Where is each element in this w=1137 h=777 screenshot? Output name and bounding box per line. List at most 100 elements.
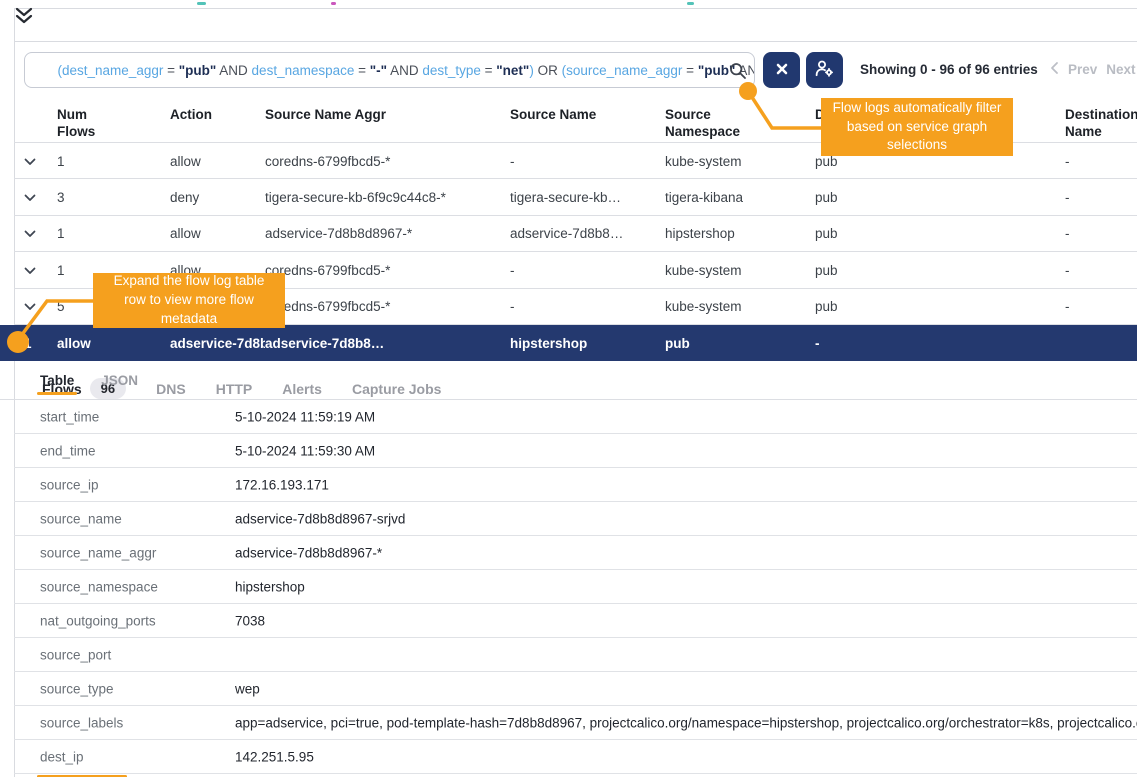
column-header: Source Namespace bbox=[665, 106, 815, 140]
detail-row: source_type wep bbox=[0, 672, 1137, 706]
flow-log-row[interactable]: 1 allow adservice-7d8b8d8967-* adservice… bbox=[0, 216, 1137, 252]
results-count-text: Showing 0 - 96 of 96 entries bbox=[860, 62, 1038, 77]
detail-value: adservice-7d8b8d8967-* bbox=[235, 546, 1137, 561]
flow-logs-panel: Flows 96 DNS HTTP Alerts Capture Jobs (d… bbox=[0, 0, 1137, 777]
cell-dest-name-aggr: pub bbox=[815, 226, 1065, 241]
detail-key: source_labels bbox=[40, 716, 123, 731]
row-expand-control[interactable] bbox=[24, 190, 57, 205]
detail-key: source_name bbox=[40, 512, 122, 527]
detail-value: 142.251.5.95 bbox=[235, 750, 1137, 765]
cell-source-name: tigera-secure-kb… bbox=[510, 190, 665, 205]
chevron-down-icon bbox=[24, 263, 36, 278]
detail-value: 172.16.193.171 bbox=[235, 478, 1137, 493]
detail-value: adservice-7d8b8d8967-srjvd bbox=[235, 512, 1137, 527]
cell-action: allow bbox=[170, 226, 265, 241]
clipped-content-remnant bbox=[687, 2, 694, 5]
detail-view-tabs: Table JSON bbox=[0, 361, 1137, 399]
query-token: dest_namespace bbox=[252, 63, 355, 78]
cell-source-namespace: kube-system bbox=[665, 154, 815, 169]
collapse-panel-button[interactable] bbox=[12, 7, 36, 27]
cell-source-namespace: hipstershop bbox=[665, 226, 815, 241]
row-expand-control[interactable] bbox=[24, 263, 57, 278]
flow-filter-query-input[interactable]: (dest_name_aggr = "pub" AND dest_namespa… bbox=[24, 52, 755, 88]
detail-view-tab[interactable]: Table bbox=[40, 361, 74, 399]
detail-row: source_name_aggr adservice-7d8b8d8967-* bbox=[0, 536, 1137, 570]
cell-num-flows: 3 bbox=[57, 190, 170, 205]
cell-source-name: - bbox=[510, 154, 665, 169]
double-chevron-down-icon bbox=[14, 7, 34, 28]
cell-num-flows: 1 bbox=[24, 336, 57, 351]
detail-key: source_ip bbox=[40, 478, 99, 493]
detail-value: 7038 bbox=[235, 614, 1137, 629]
chevron-down-icon bbox=[24, 190, 36, 205]
query-token: AND bbox=[216, 63, 251, 78]
query-token: OR bbox=[538, 63, 562, 78]
cell-source-name-aggr: coredns-6799fbcd5-* bbox=[265, 299, 510, 314]
flow-detail-table: start_time 5-10-2024 11:59:19 AM end_tim… bbox=[0, 399, 1137, 774]
cell-destination-name: - bbox=[1065, 226, 1137, 241]
detail-key: source_name_aggr bbox=[40, 546, 156, 561]
query-token: AND bbox=[387, 63, 422, 78]
cell-source-name-aggr: coredns-6799fbcd5-* bbox=[265, 263, 510, 278]
cell-source-namespace: tigera-kibana bbox=[665, 190, 815, 205]
clear-filter-button[interactable] bbox=[763, 52, 800, 88]
query-token: = bbox=[481, 63, 496, 78]
chevron-down-icon bbox=[24, 226, 36, 241]
close-icon bbox=[774, 61, 790, 80]
cell-action: deny bbox=[170, 190, 265, 205]
flow-log-row[interactable]: 3 deny tigera-secure-kb-6f9c9c44c8-* tig… bbox=[0, 179, 1137, 215]
query-token: (source_name_aggr bbox=[562, 63, 683, 78]
flow-log-row[interactable]: 1 allow adservice-7d8b8d8967-* adservice… bbox=[0, 325, 1137, 361]
cell-source-name-aggr: tigera-secure-kb-6f9c9c44c8-* bbox=[265, 190, 510, 205]
query-token: "-" bbox=[370, 63, 387, 78]
cell-destination-name: - bbox=[1065, 154, 1137, 169]
query-token: ) bbox=[529, 63, 537, 78]
column-header: Action bbox=[170, 106, 265, 123]
detail-value: 5-10-2024 11:59:30 AM bbox=[235, 444, 1137, 459]
cell-num-flows: 1 bbox=[57, 226, 170, 241]
row-expand-control[interactable] bbox=[24, 226, 57, 241]
cell-source-name: adservice-7d8b8… bbox=[510, 226, 665, 241]
row-expand-control[interactable] bbox=[24, 299, 57, 314]
query-token: dest_type bbox=[422, 63, 481, 78]
query-token: "pub" bbox=[179, 63, 217, 78]
filter-query-text: (dest_name_aggr = "pub" AND dest_namespa… bbox=[25, 52, 754, 88]
cell-source-namespace: kube-system bbox=[665, 263, 815, 278]
detail-row: source_port bbox=[0, 638, 1137, 672]
detail-value: hipstershop bbox=[235, 580, 1137, 595]
detail-row: start_time 5-10-2024 11:59:19 AM bbox=[0, 400, 1137, 434]
next-page-button[interactable]: Next bbox=[1106, 62, 1135, 77]
user-settings-icon bbox=[814, 59, 835, 81]
column-header: Destination Name bbox=[1065, 106, 1137, 140]
chevron-down-icon bbox=[24, 154, 36, 169]
cell-dest-name-aggr: pub bbox=[815, 190, 1065, 205]
cell-source-name-aggr: adservice-7d8b8d8967-* bbox=[265, 226, 510, 241]
detail-key: nat_outgoing_ports bbox=[40, 614, 156, 629]
tutorial-callout-expand: Expand the flow log table row to view mo… bbox=[93, 273, 285, 328]
cell-dest-name-aggr: pub bbox=[815, 263, 1065, 278]
column-header: Source Name bbox=[510, 106, 665, 123]
cell-source-name: - bbox=[510, 299, 665, 314]
row-expand-control[interactable] bbox=[24, 154, 57, 169]
detail-key: source_type bbox=[40, 682, 114, 697]
tutorial-callout-filter: Flow logs automatically filter based on … bbox=[821, 98, 1013, 156]
detail-key: end_time bbox=[40, 444, 96, 459]
chevron-down-icon bbox=[24, 299, 36, 314]
prev-icon[interactable] bbox=[1050, 61, 1059, 78]
cell-action: allow bbox=[57, 336, 170, 351]
detail-row: source_namespace hipstershop bbox=[0, 570, 1137, 604]
cell-dest-name-aggr: pub bbox=[665, 336, 815, 351]
cell-destination-name: - bbox=[1065, 190, 1137, 205]
query-token: = bbox=[354, 63, 369, 78]
query-token: (dest_name_aggr bbox=[58, 63, 164, 78]
detail-value: wep bbox=[235, 682, 1137, 697]
detail-view-tab[interactable]: JSON bbox=[101, 361, 138, 399]
detail-row: source_ip 172.16.193.171 bbox=[0, 468, 1137, 502]
prev-page-button[interactable]: Prev bbox=[1068, 62, 1097, 77]
cell-destination-name: - bbox=[1065, 263, 1137, 278]
detail-key: start_time bbox=[40, 410, 99, 425]
cell-destination-name: - bbox=[815, 336, 1065, 351]
cell-source-name: - bbox=[510, 263, 665, 278]
user-query-settings-button[interactable] bbox=[806, 52, 843, 88]
detail-row: source_labels app=adservice, pci=true, p… bbox=[0, 706, 1137, 740]
